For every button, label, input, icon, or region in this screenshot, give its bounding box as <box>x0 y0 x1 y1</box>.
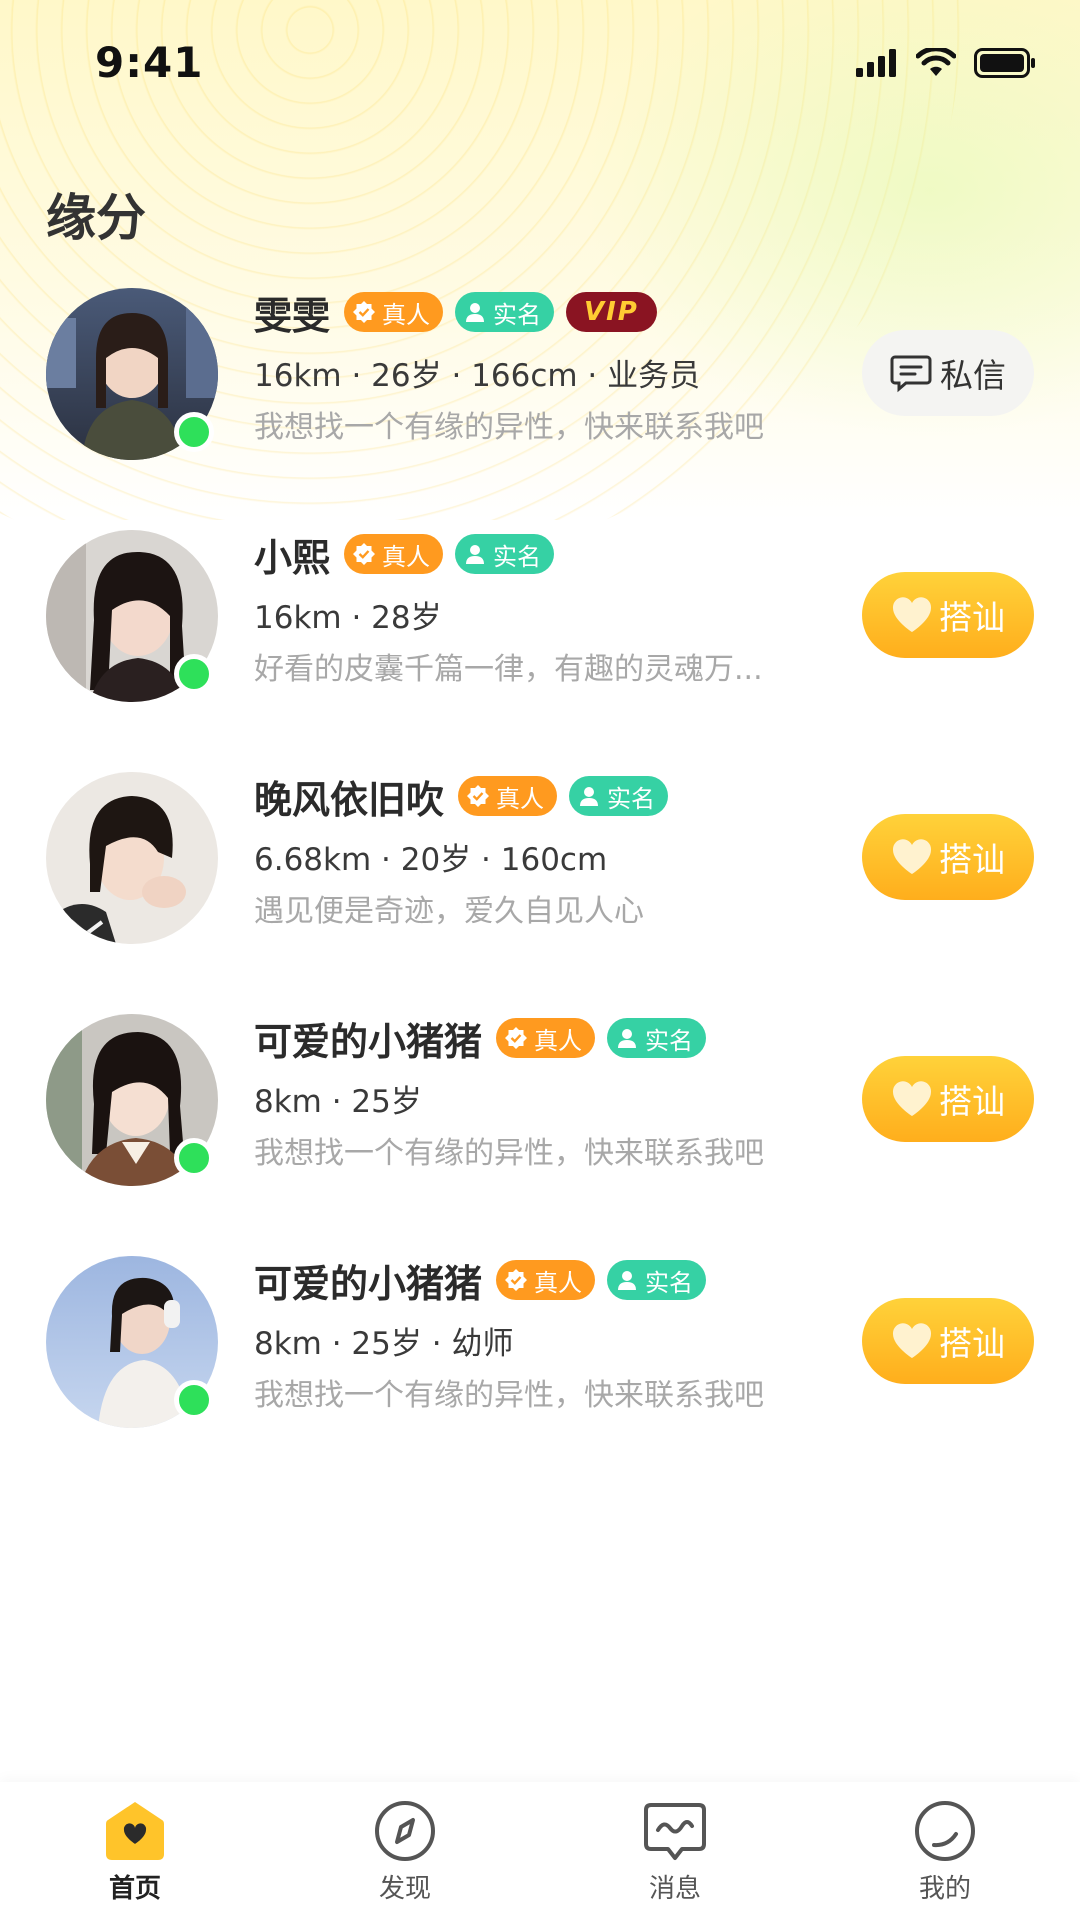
tab-label: 发现 <box>378 1874 431 1904</box>
user-list: 雯雯 真人 实名 VIP 16km · 26岁 · 166cm · 业务员 我想… <box>0 282 1080 1492</box>
verified-icon <box>467 785 490 807</box>
user-details: 8km · 25岁 · 幼师 <box>254 1326 514 1362</box>
real-person-badge: 真人 <box>344 292 444 332</box>
greet-button[interactable]: 搭讪 <box>862 1298 1034 1384</box>
online-indicator <box>174 654 214 694</box>
person-icon <box>466 545 485 564</box>
greet-button[interactable]: 搭讪 <box>862 572 1034 658</box>
tab-label: 消息 <box>648 1874 701 1904</box>
status-bar: 9:41 <box>0 0 1080 130</box>
tab-profile[interactable]: 我的 <box>810 1782 1080 1920</box>
status-icons <box>856 48 1036 78</box>
verified-icon <box>505 1269 528 1291</box>
user-bio: 遇见便是奇迹，爱久自见人心 <box>254 894 644 929</box>
verified-icon <box>505 1027 528 1049</box>
online-indicator <box>174 1380 214 1420</box>
wifi-icon <box>916 48 956 76</box>
signal-icon <box>856 49 896 77</box>
user-info: 小熙 真人 实名 16km · 28岁 好看的皮囊千篇一律，有趣的灵魂万... <box>254 524 854 692</box>
real-person-badge: 真人 <box>496 1018 596 1058</box>
user-name: 小熙 <box>254 535 331 580</box>
verified-icon <box>353 301 376 323</box>
user-info: 晚风依旧吹 真人 实名 6.68km · 20岁 · 160cm 遇见便是奇迹，… <box>254 766 854 934</box>
real-name-badge: 实名 <box>607 1018 707 1058</box>
online-indicator <box>174 1138 214 1178</box>
user-details: 6.68km · 20岁 · 160cm <box>254 842 608 878</box>
real-person-badge: 真人 <box>344 534 444 574</box>
user-card[interactable]: 雯雯 真人 实名 VIP 16km · 26岁 · 166cm · 业务员 我想… <box>0 282 1080 524</box>
person-icon <box>618 1271 637 1290</box>
user-name: 可爱的小猪猪 <box>254 1019 483 1064</box>
greet-button[interactable]: 搭讪 <box>862 1056 1034 1142</box>
compass-icon <box>375 1801 435 1861</box>
private-message-button[interactable]: 私信 <box>862 330 1034 416</box>
user-card[interactable]: 可爱的小猪猪 真人 实名 8km · 25岁 · 幼师 我想找一个有缘的异性，快… <box>0 1250 1080 1492</box>
battery-icon <box>974 48 1035 78</box>
user-bio: 我想找一个有缘的异性，快来联系我吧 <box>254 1378 764 1413</box>
chat-icon <box>890 355 932 393</box>
user-info: 可爱的小猪猪 真人 实名 8km · 25岁 我想找一个有缘的异性，快来联系我吧 <box>254 1008 854 1176</box>
greet-button[interactable]: 搭讪 <box>862 814 1034 900</box>
avatar[interactable] <box>46 772 218 944</box>
user-details: 16km · 28岁 <box>254 600 442 636</box>
heart-icon <box>892 1081 932 1116</box>
user-card[interactable]: 小熙 真人 实名 16km · 28岁 好看的皮囊千篇一律，有趣的灵魂万... … <box>0 524 1080 766</box>
user-card[interactable]: 晚风依旧吹 真人 实名 6.68km · 20岁 · 160cm 遇见便是奇迹，… <box>0 766 1080 1008</box>
vip-badge: VIP <box>566 292 657 332</box>
heart-icon <box>892 839 932 874</box>
tab-label: 首页 <box>108 1874 161 1904</box>
user-name: 可爱的小猪猪 <box>254 1261 483 1306</box>
user-card[interactable]: 可爱的小猪猪 真人 实名 8km · 25岁 我想找一个有缘的异性，快来联系我吧… <box>0 1008 1080 1250</box>
person-icon <box>618 1029 637 1048</box>
person-icon <box>466 303 485 322</box>
real-name-badge: 实名 <box>455 534 555 574</box>
real-name-badge: 实名 <box>455 292 555 332</box>
page-title: 缘分 <box>46 189 146 247</box>
person-icon <box>580 787 599 806</box>
real-person-badge: 真人 <box>496 1260 596 1300</box>
user-info: 雯雯 真人 实名 VIP 16km · 26岁 · 166cm · 业务员 我想… <box>254 282 854 450</box>
user-name: 雯雯 <box>254 293 331 338</box>
home-icon <box>106 1802 164 1860</box>
heart-icon <box>892 597 932 632</box>
tab-messages[interactable]: 消息 <box>540 1782 810 1920</box>
heart-icon <box>892 1323 932 1358</box>
user-bio: 好看的皮囊千篇一律，有趣的灵魂万... <box>254 652 763 687</box>
tab-label: 我的 <box>918 1874 971 1904</box>
message-icon <box>644 1803 706 1860</box>
user-details: 8km · 25岁 <box>254 1084 422 1120</box>
real-name-badge: 实名 <box>569 776 669 816</box>
user-bio: 我想找一个有缘的异性，快来联系我吧 <box>254 1136 764 1171</box>
user-bio: 我想找一个有缘的异性，快来联系我吧 <box>254 410 764 445</box>
tab-discover[interactable]: 发现 <box>270 1782 540 1920</box>
user-name: 晚风依旧吹 <box>254 777 445 822</box>
profile-icon <box>915 1801 975 1861</box>
verified-icon <box>353 543 376 565</box>
user-details: 16km · 26岁 · 166cm · 业务员 <box>254 358 701 394</box>
status-time: 9:41 <box>95 38 204 87</box>
user-info: 可爱的小猪猪 真人 实名 8km · 25岁 · 幼师 我想找一个有缘的异性，快… <box>254 1250 854 1418</box>
online-indicator <box>174 412 214 452</box>
bottom-tab-bar: 首页 发现 消息 我的 <box>0 1782 1080 1920</box>
tab-home[interactable]: 首页 <box>0 1782 270 1920</box>
real-person-badge: 真人 <box>458 776 558 816</box>
real-name-badge: 实名 <box>607 1260 707 1300</box>
